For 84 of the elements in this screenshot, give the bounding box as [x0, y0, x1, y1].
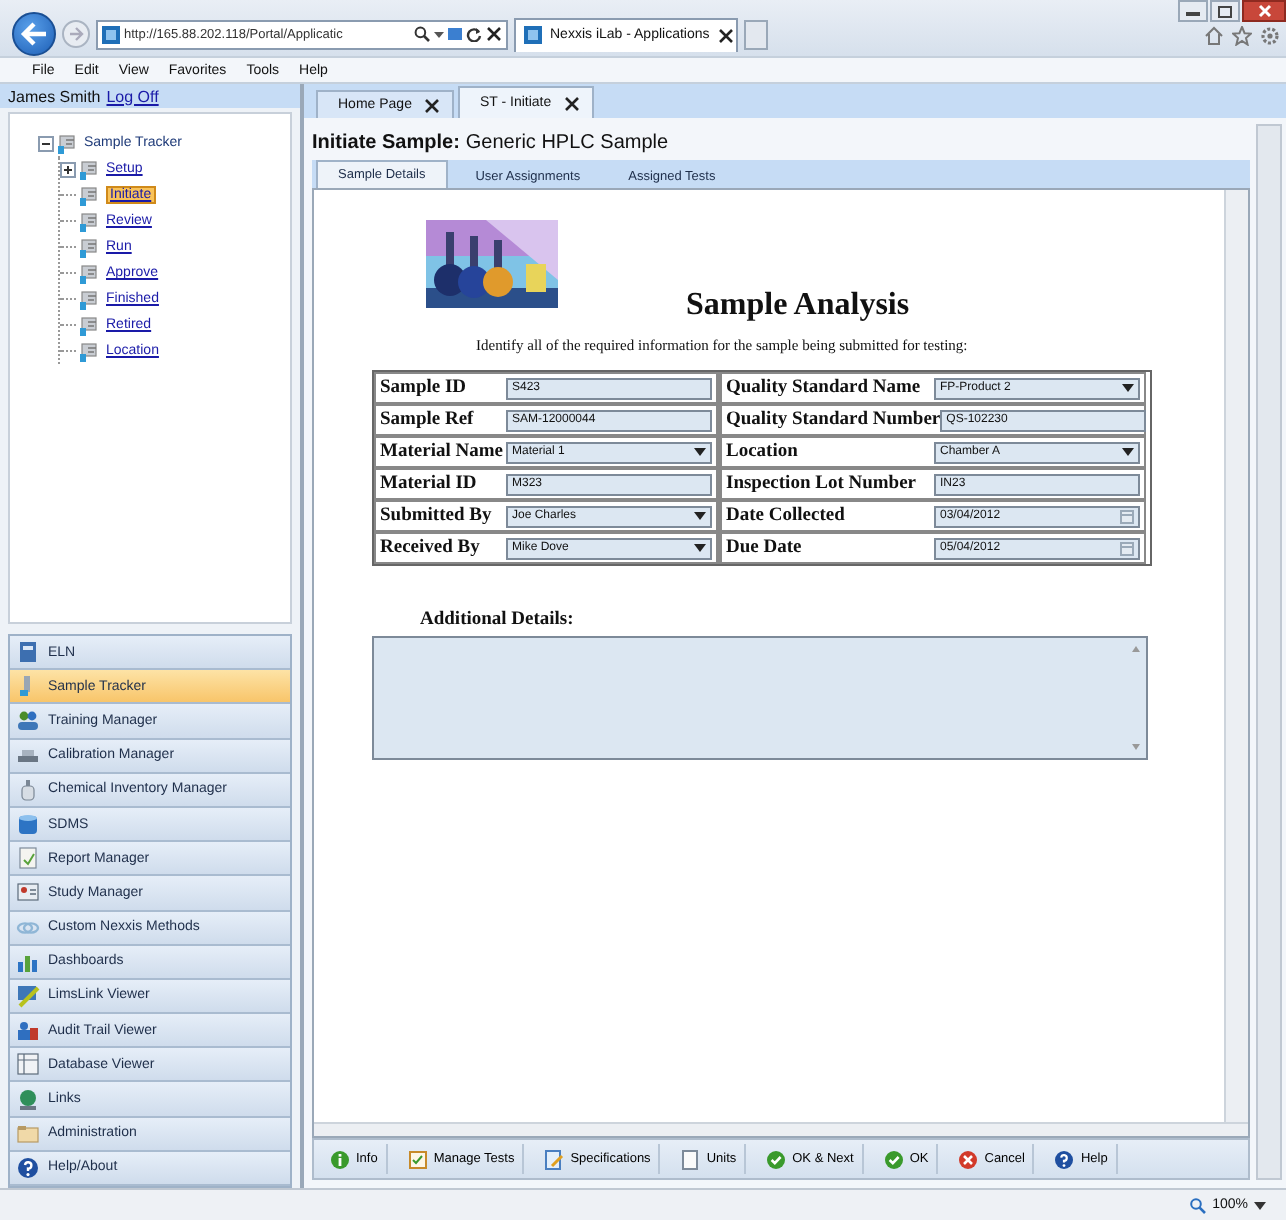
field-label: Received By — [380, 538, 482, 558]
caret-icon — [694, 512, 706, 520]
field-label: Material ID — [380, 474, 479, 494]
scrollbar[interactable] — [1256, 124, 1282, 1180]
node-icon — [80, 237, 102, 257]
folder-icon — [16, 1121, 40, 1146]
minimize-button[interactable] — [1178, 0, 1208, 22]
bottle-icon — [16, 777, 40, 802]
caret-icon — [1122, 384, 1134, 392]
page-title: Initiate Sample: Generic HPLC Sample — [312, 129, 671, 157]
caret-icon — [1122, 448, 1134, 456]
caret-icon — [434, 26, 444, 42]
text-area[interactable] — [372, 636, 1148, 760]
field-label: Sample ID — [380, 378, 469, 398]
database-icon — [16, 812, 40, 837]
globe-icon — [16, 1087, 40, 1112]
field-label: Material Name — [380, 442, 505, 462]
scroll-up-icon — [1132, 646, 1140, 652]
caret-icon — [694, 448, 706, 456]
expand-icon[interactable] — [60, 161, 76, 177]
field-label: Additional Details: — [420, 610, 576, 630]
search-icon — [414, 26, 430, 42]
form-heading: Sample Analysis — [686, 288, 910, 324]
calendar-icon — [1120, 509, 1134, 523]
field-label: Due Date — [726, 538, 804, 558]
report-icon — [16, 846, 40, 871]
caret-icon — [694, 544, 706, 552]
log-off-link[interactable]: Log Off — [106, 87, 159, 105]
id-card-icon — [16, 880, 40, 905]
cancel-icon — [958, 1149, 979, 1169]
document-icon — [680, 1149, 701, 1169]
node-icon — [80, 315, 102, 335]
book-icon — [16, 640, 40, 665]
calendar-icon — [1120, 541, 1134, 555]
close-icon — [1257, 4, 1271, 18]
close-button[interactable] — [1242, 0, 1286, 22]
back-button[interactable] — [12, 12, 56, 56]
page-icon — [524, 26, 542, 44]
close-icon — [423, 97, 440, 113]
zoom-icon — [1190, 1197, 1207, 1213]
help-icon — [16, 1155, 40, 1180]
help-icon — [1054, 1149, 1075, 1169]
star-icon — [1232, 26, 1252, 46]
table-icon — [16, 1052, 40, 1077]
node-icon — [58, 133, 80, 153]
field-label: Quality Standard Name — [726, 378, 923, 398]
refresh-icon — [466, 26, 482, 42]
node-icon — [80, 211, 102, 231]
monitor-icon — [16, 983, 40, 1008]
page-icon — [102, 25, 120, 43]
scrollbar[interactable] — [314, 1122, 1248, 1136]
maximize-icon — [1218, 5, 1232, 17]
arrow-icon — [20, 22, 48, 46]
caret-icon — [1254, 1201, 1266, 1209]
people-icon — [16, 1018, 40, 1043]
maximize-button[interactable] — [1210, 0, 1240, 22]
home-icon — [1204, 26, 1224, 46]
node-icon — [80, 263, 102, 283]
minimize-icon — [1186, 6, 1200, 16]
scroll-down-icon — [1132, 744, 1140, 750]
node-icon — [80, 185, 102, 205]
field-label: Inspection Lot Number — [726, 474, 919, 494]
field-label: Sample Ref — [380, 410, 476, 430]
field-label: Date Collected — [726, 506, 847, 526]
node-icon — [80, 289, 102, 309]
close-icon — [717, 27, 734, 43]
node-icon — [80, 159, 102, 179]
arrow-icon — [68, 26, 84, 42]
settings-icon — [1260, 26, 1280, 46]
scrollbar[interactable] — [1224, 190, 1248, 1122]
node-icon — [80, 341, 102, 361]
checklist-icon — [407, 1149, 428, 1169]
close-icon — [486, 26, 502, 42]
user-name: James Smith — [8, 87, 101, 105]
check-icon — [766, 1149, 787, 1169]
document-pencil-icon — [544, 1149, 565, 1169]
field-label: Location — [726, 442, 800, 462]
field-label: Submitted By — [380, 506, 494, 526]
check-icon — [883, 1149, 904, 1169]
field-label: Quality Standard Number — [726, 410, 941, 430]
close-icon — [563, 95, 580, 111]
people-icon — [16, 708, 40, 733]
collapse-icon[interactable] — [38, 135, 54, 151]
info-icon — [330, 1149, 350, 1169]
